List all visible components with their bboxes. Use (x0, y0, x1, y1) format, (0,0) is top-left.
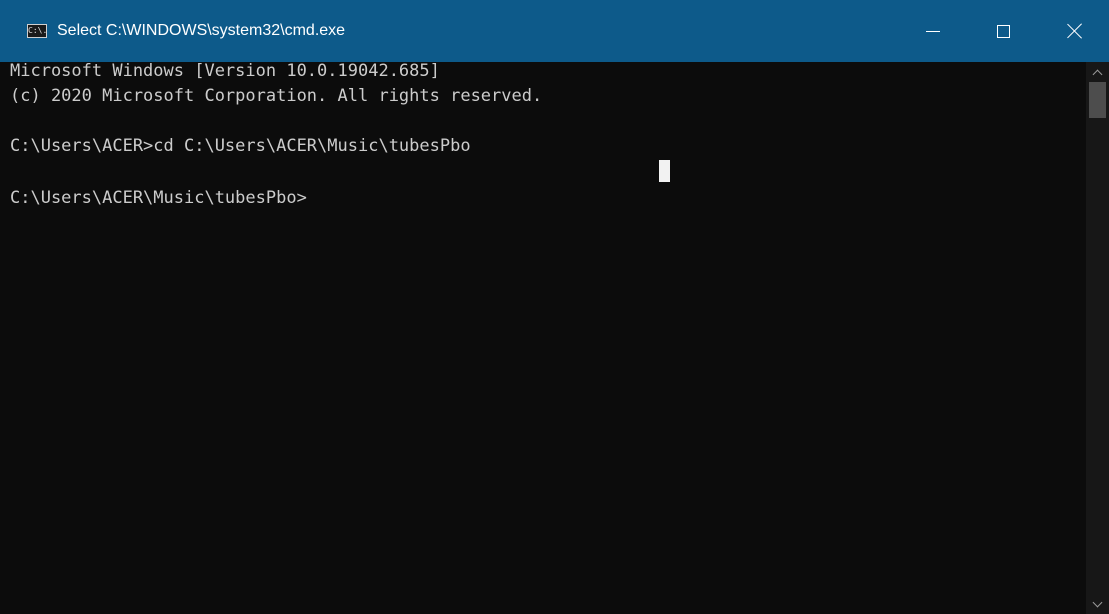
chevron-down-icon (1092, 597, 1103, 607)
maximize-icon (996, 24, 1010, 38)
close-button[interactable] (1052, 0, 1098, 62)
console-line-version: Microsoft Windows [Version 10.0.19042.68… (10, 61, 440, 81)
chevron-up-icon (1092, 69, 1103, 79)
minimize-icon (926, 30, 940, 32)
window-title: Select C:\WINDOWS\system32\cmd.exe (57, 22, 346, 39)
console-line-command: C:\Users\ACER>cd C:\Users\ACER\Music\tub… (10, 136, 471, 156)
vertical-scrollbar[interactable] (1086, 62, 1109, 614)
title-bar[interactable]: C:\. Select C:\WINDOWS\system32\cmd.exe (0, 0, 1109, 62)
scroll-down-button[interactable] (1086, 594, 1109, 614)
cmd-console-icon[interactable]: C:\. (27, 24, 47, 38)
cmd-window: C:\. Select C:\WINDOWS\system32\cmd.exe … (0, 0, 1109, 614)
console-line-copyright: (c) 2020 Microsoft Corporation. All righ… (10, 86, 543, 106)
console-line-prompt: C:\Users\ACER\Music\tubesPbo> (10, 188, 307, 208)
maximize-button[interactable] (980, 0, 1026, 62)
scroll-up-button[interactable] (1086, 62, 1109, 82)
console-output[interactable]: Microsoft Windows [Version 10.0.19042.68… (0, 61, 1086, 614)
text-cursor (659, 160, 670, 182)
minimize-button[interactable] (910, 0, 956, 62)
scroll-thumb[interactable] (1089, 82, 1106, 118)
close-icon (1066, 22, 1084, 40)
